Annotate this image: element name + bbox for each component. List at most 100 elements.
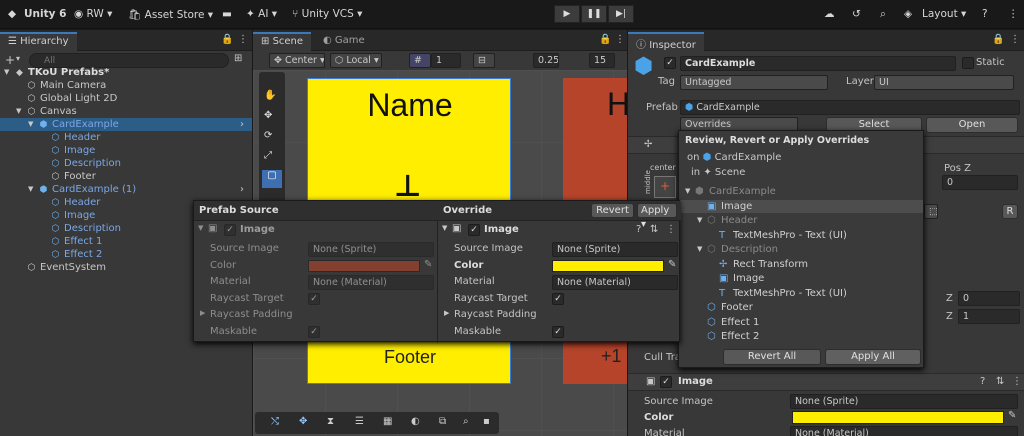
active-checkbox[interactable]: ✓ xyxy=(664,57,676,69)
compare-value-field[interactable]: None (Material) xyxy=(552,275,678,290)
override-tree-item[interactable]: ▼ ⬢ CardExample xyxy=(679,185,923,198)
color-swatch[interactable] xyxy=(308,259,420,272)
layout-dropdown[interactable]: Layout ▾ xyxy=(922,8,966,20)
overlay-search-icon[interactable]: ⌕ xyxy=(463,416,469,427)
asset-store-button[interactable]: 🛍 Asset Store ▾ xyxy=(128,8,213,21)
tab-inspector[interactable]: ⓘ Inspector xyxy=(628,32,704,51)
tab-scene[interactable]: ⊞ Scene xyxy=(253,32,312,51)
tab-hierarchy[interactable]: ☰ Hierarchy xyxy=(0,32,77,51)
help-icon[interactable]: ? xyxy=(636,224,641,235)
override-tree-item[interactable]: ⬡ Effect 2 xyxy=(679,330,923,343)
object-name-field[interactable]: CardExample xyxy=(680,56,956,71)
package-icon[interactable]: ▬ xyxy=(222,8,232,20)
layer-dropdown[interactable]: UI xyxy=(874,75,1014,90)
open-button[interactable]: Open xyxy=(926,117,1018,133)
padding-expand-icon[interactable]: ▶ xyxy=(200,309,205,317)
component-menu-icon[interactable]: ⋮ xyxy=(666,224,676,235)
overlay-tool-7-icon[interactable]: ⧉ xyxy=(439,416,446,427)
overlay-camera-icon[interactable]: ▪ xyxy=(483,416,490,427)
hierarchy-item[interactable]: ⬡ Global Light 2D xyxy=(0,92,252,105)
tag-dropdown[interactable]: Untagged xyxy=(680,75,828,90)
lock-icon[interactable]: 🔒 xyxy=(221,34,233,45)
posz-field[interactable]: 0 xyxy=(942,175,1018,190)
grid-toggle[interactable]: # xyxy=(409,53,431,68)
scene-menu-icon[interactable]: ⋮ xyxy=(615,34,625,45)
search-filter-icon[interactable]: ⊞ xyxy=(234,53,242,64)
hierarchy-menu-icon[interactable]: ⋮ xyxy=(238,34,248,45)
compare-checkbox[interactable]: ✓ xyxy=(552,325,564,338)
rotate-tool-icon[interactable]: ⟳ xyxy=(264,130,272,141)
num-field[interactable]: 15 xyxy=(589,53,615,68)
image-component-header[interactable]: ▣ ✓ Image ? ⇅ ⋮ xyxy=(628,373,1024,391)
eyedropper-icon[interactable]: ✎ xyxy=(1008,410,1016,421)
move-tool-icon[interactable]: ✥ xyxy=(264,110,272,121)
step-button[interactable]: ▶| xyxy=(608,5,634,23)
apply-all-button[interactable]: Apply All xyxy=(825,349,921,365)
color-swatch[interactable] xyxy=(792,411,1004,424)
open-prefab-icon[interactable]: › xyxy=(240,118,244,131)
blueprint-button[interactable]: ⬚ xyxy=(924,204,938,219)
hierarchy-item[interactable]: ⬡ Footer xyxy=(0,170,252,183)
material-field[interactable]: None (Material) xyxy=(790,426,1018,436)
compare-checkbox[interactable]: ✓ xyxy=(308,325,320,338)
revert-all-button[interactable]: Revert All xyxy=(723,349,821,365)
component-arrow-icon[interactable]: ▼ xyxy=(198,224,203,232)
scale-z2-field[interactable]: 1 xyxy=(958,309,1020,324)
search-icon[interactable]: ⌕ xyxy=(880,8,886,21)
image-menu-icon[interactable]: ⋮ xyxy=(1012,376,1022,387)
hierarchy-item[interactable]: ▼ ⬡ Canvas xyxy=(0,105,252,118)
account-button[interactable]: ◉ RW ▾ xyxy=(74,8,112,20)
expand-arrow-icon[interactable]: ▼ xyxy=(28,183,33,196)
eyedropper-icon[interactable]: ✎ xyxy=(424,259,432,270)
expand-arrow-icon[interactable]: ▼ xyxy=(16,105,21,118)
space-dropdown[interactable]: ⬡ Local ▾ xyxy=(330,53,382,68)
hierarchy-item[interactable]: ▼ ⬢ CardExample (1) › xyxy=(0,183,252,196)
image-help-icon[interactable]: ? xyxy=(980,376,985,387)
tree-arrow-icon[interactable]: ▼ xyxy=(685,185,690,198)
tree-arrow-icon[interactable]: ▼ xyxy=(697,214,702,227)
component-enabled-checkbox[interactable]: ✓ xyxy=(468,224,480,236)
override-tree-item[interactable]: T TextMeshPro - Text (UI) xyxy=(679,287,923,300)
hierarchy-item[interactable]: ⬡ Image xyxy=(0,144,252,157)
compare-checkbox[interactable]: ✓ xyxy=(552,292,564,305)
scale-z-field[interactable]: 0 xyxy=(958,291,1020,306)
tree-arrow-icon[interactable]: ▼ xyxy=(697,243,702,256)
override-tree-item[interactable]: ▼ ⬡ Description xyxy=(679,243,923,256)
pivot-dropdown[interactable]: ✥ Center ▾ xyxy=(269,53,325,68)
hierarchy-item[interactable]: ⬡ Header xyxy=(0,131,252,144)
layers-icon[interactable]: ◈ xyxy=(904,8,912,20)
overlay-tool-1-icon[interactable]: ⤭ xyxy=(271,416,279,427)
override-tree-item[interactable]: T TextMeshPro - Text (UI) xyxy=(679,229,923,242)
inspector-lock-icon[interactable]: 🔒 xyxy=(992,34,1004,45)
history-icon[interactable]: ↺ xyxy=(852,8,861,20)
add-dropdown-icon[interactable]: ▾ xyxy=(16,54,20,63)
apply-button[interactable]: Apply ▾ xyxy=(637,203,677,230)
color-swatch[interactable] xyxy=(552,259,664,272)
expand-arrow-icon[interactable]: ▼ xyxy=(28,118,33,131)
hand-tool-icon[interactable]: ✋ xyxy=(264,90,276,101)
overlay-tool-5-icon[interactable]: ▦ xyxy=(383,416,392,427)
raw-edit-button[interactable]: R xyxy=(1002,204,1018,219)
ai-button[interactable]: ✦ AI ▾ xyxy=(246,8,277,20)
image-enabled-checkbox[interactable]: ✓ xyxy=(660,376,672,388)
unity-logo-icon[interactable]: ◆ xyxy=(8,8,16,20)
overlay-tool-2-icon[interactable]: ✥ xyxy=(299,416,307,427)
overlay-tool-3-icon[interactable]: ⧗ xyxy=(327,416,334,427)
padding-expand-icon[interactable]: ▶ xyxy=(444,309,449,317)
snap-toggle[interactable]: ⊟ xyxy=(473,53,495,68)
rect-tool-icon[interactable]: ▢ xyxy=(262,170,282,188)
override-tree-item[interactable]: ▣ Image xyxy=(679,199,923,213)
compare-value-field[interactable]: None (Material) xyxy=(308,275,434,290)
hierarchy-item[interactable]: ⬡ Description xyxy=(0,157,252,170)
vcs-button[interactable]: ⑂ Unity VCS ▾ xyxy=(292,8,362,20)
tab-game[interactable]: ◐ Game xyxy=(315,33,373,51)
help-icon[interactable]: ? xyxy=(982,8,988,20)
expand-arrow-icon[interactable]: ▼ xyxy=(4,66,9,79)
scale-tool-icon[interactable]: ⤢ xyxy=(264,150,272,161)
hierarchy-item[interactable]: ▼ ◆ TKoU Prefabs* xyxy=(0,66,252,79)
eyedropper-icon[interactable]: ✎ xyxy=(668,259,676,270)
static-checkbox[interactable] xyxy=(962,57,974,69)
inspector-menu-icon[interactable]: ⋮ xyxy=(1010,34,1020,45)
compare-checkbox[interactable]: ✓ xyxy=(308,292,320,305)
open-prefab-icon[interactable]: › xyxy=(240,183,244,196)
